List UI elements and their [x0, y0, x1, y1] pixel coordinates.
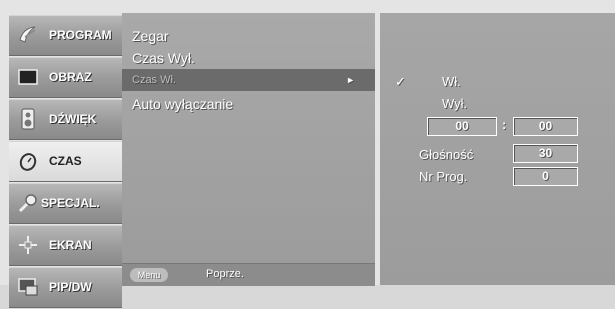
- submenu-item-zegar[interactable]: Zegar: [122, 25, 375, 47]
- submenu-czas: Zegar Czas Wył. Czas Wł. ► Auto wyłączan…: [122, 13, 375, 286]
- category-dzwiek[interactable]: DŹWIĘK: [9, 99, 122, 140]
- tv-osd-menu: PROGRAM OBRAZ DŹWIĘK CZAS SPECJAL. EKRAN…: [0, 0, 615, 308]
- minute-field[interactable]: 00: [513, 117, 578, 136]
- option-on[interactable]: Wł.: [442, 74, 461, 89]
- volume-field[interactable]: 30: [513, 144, 578, 163]
- submenu-item-auto-wylaczanie[interactable]: Auto wyłączanie: [122, 93, 375, 115]
- category-ekran[interactable]: EKRAN: [9, 225, 122, 266]
- arrow-right-icon: ►: [346, 75, 355, 85]
- category-label: OBRAZ: [49, 70, 92, 84]
- category-label: EKRAN: [49, 238, 92, 252]
- picture-in-picture-icon: [18, 278, 38, 296]
- submenu-footer: Menu Poprze.: [122, 263, 375, 286]
- category-label: DŹWIĘK: [49, 112, 97, 126]
- clock-icon: [19, 153, 37, 171]
- submenu-item-label: Czas Wył.: [132, 50, 195, 66]
- submenu-item-czas-wyl[interactable]: Czas Wył.: [122, 47, 375, 69]
- category-label: PROGRAM: [49, 28, 112, 42]
- magnifier-icon: [18, 194, 37, 213]
- program-number-label: Nr Prog.: [419, 169, 468, 184]
- program-number-field[interactable]: 0: [513, 167, 578, 186]
- category-program[interactable]: PROGRAM: [9, 15, 122, 56]
- category-obraz[interactable]: OBRAZ: [9, 57, 122, 98]
- category-specjal[interactable]: SPECJAL.: [9, 183, 122, 224]
- category-label: CZAS: [49, 154, 82, 168]
- checkmark-icon: ✓: [395, 74, 406, 89]
- crosshair-icon: [19, 236, 37, 254]
- category-pip-dw[interactable]: PIP/DW: [9, 267, 122, 308]
- submenu-item-label: Zegar: [132, 28, 169, 44]
- category-label: PIP/DW: [49, 280, 92, 294]
- volume-label: Głośność: [419, 147, 474, 162]
- category-label: SPECJAL.: [41, 196, 100, 210]
- submenu-item-label: Czas Wł.: [132, 74, 176, 86]
- monitor-icon: [18, 69, 38, 85]
- option-off[interactable]: Wył.: [442, 96, 467, 111]
- submenu-item-label: Auto wyłączanie: [132, 96, 234, 112]
- category-menu: PROGRAM OBRAZ DŹWIĘK CZAS SPECJAL. EKRAN…: [9, 15, 122, 309]
- submenu-item-czas-wl[interactable]: Czas Wł. ►: [122, 69, 375, 91]
- previous-label: Poprze.: [206, 268, 244, 280]
- options-panel: ✓ Wł. Wył. 00 : 00 Głośność 30 Nr Prog. …: [380, 13, 615, 285]
- menu-key-button[interactable]: Menu: [130, 268, 168, 282]
- time-separator: :: [502, 117, 507, 132]
- satellite-dish-icon: [19, 26, 36, 43]
- category-czas[interactable]: CZAS: [9, 141, 122, 182]
- speaker-icon: [21, 108, 35, 130]
- hour-field[interactable]: 00: [427, 117, 497, 136]
